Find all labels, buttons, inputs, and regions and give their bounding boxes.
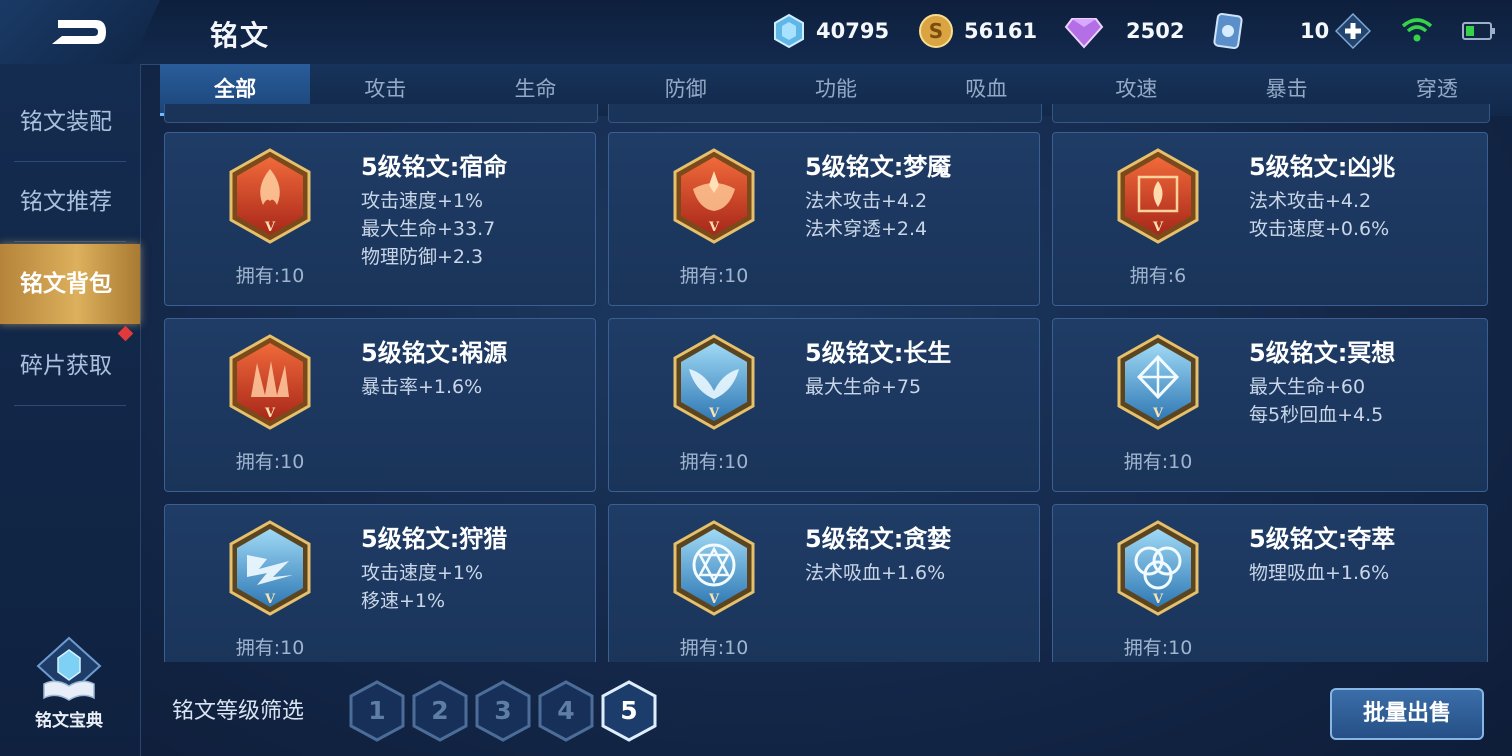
inscription-card[interactable]: V 5级铭文:冥想 最大生命+60 每5秒回血+4.5 拥有:10 — [1052, 318, 1488, 492]
star-ring-sigil-icon: V — [673, 520, 755, 616]
battery-icon — [1462, 22, 1495, 40]
svg-text:V: V — [1152, 406, 1164, 421]
wing-sigil-icon: V — [673, 334, 755, 430]
inscription-card[interactable]: V 5级铭文:狩猎 攻击速度+1% 移速+1% 拥有:10 — [164, 504, 596, 662]
currency-inscription-card: 10 — [1212, 12, 1372, 50]
sidebar-item-fragments[interactable]: 碎片获取 — [0, 326, 140, 406]
inscription-name: 5级铭文:狩猎 — [361, 525, 508, 553]
sidebar-item-equip[interactable]: 铭文装配 — [0, 82, 140, 162]
inscription-card[interactable]: V 5级铭文:长生 最大生命+75 拥有:10 — [608, 318, 1040, 492]
crystal-sigil-icon: V — [1117, 334, 1199, 430]
svg-text:V: V — [708, 220, 720, 235]
svg-text:V: V — [708, 592, 720, 607]
inscription-card[interactable]: V 5级铭文:贪婪 法术吸血+1.6% 拥有:10 — [608, 504, 1040, 662]
row-peek — [1052, 104, 1490, 123]
inscription-card[interactable]: V 5级铭文:祸源 暴击率+1.6% 拥有:10 — [164, 318, 596, 492]
gold-coin-icon: S — [919, 14, 953, 48]
fan-sigil-icon: V — [229, 334, 311, 430]
level-filter-2[interactable]: 2 — [411, 680, 469, 742]
owned-count: 拥有:10 — [679, 451, 749, 473]
inscription-stats: 暴击率+1.6% — [361, 376, 483, 398]
currency-gold: S 56161 — [918, 12, 1037, 50]
sidebar-item-recommend[interactable]: 铭文推荐 — [0, 162, 140, 242]
level-filter-label: 铭文等级筛选 — [172, 699, 305, 724]
inscription-stats: 法术攻击+4.2 法术穿透+2.4 — [805, 190, 928, 240]
inscription-card-icon — [1213, 13, 1243, 49]
inscription-stats: 攻击速度+1% 移速+1% — [361, 562, 484, 612]
inscription-stats: 最大生命+75 — [805, 376, 922, 398]
sidebar-item-backpack[interactable]: 铭文背包 — [0, 244, 140, 324]
back-button[interactable] — [0, 0, 160, 64]
svg-text:V: V — [264, 406, 276, 421]
top-bar: 铭文 40795 S 56161 2502 10 — [0, 0, 1512, 65]
diamond-icon — [1064, 18, 1104, 49]
level-filter-1[interactable]: 1 — [348, 680, 406, 742]
row-peek — [608, 104, 1042, 123]
inscription-name: 5级铭文:长生 — [805, 339, 952, 367]
inscription-name: 5级铭文:梦魇 — [805, 153, 952, 181]
knot-sigil-icon: V — [1117, 520, 1199, 616]
inscription-name: 5级铭文:祸源 — [361, 339, 508, 367]
currency-crystal: 40795 — [772, 12, 889, 50]
inscription-stats: 物理吸血+1.6% — [1249, 562, 1390, 584]
owned-count: 拥有:10 — [235, 265, 305, 287]
inscription-card[interactable]: V 5级铭文:宿命 攻击速度+1% 最大生命+33.7 物理防御+2.3 拥有:… — [164, 132, 596, 306]
inscription-card[interactable]: V 5级铭文:梦魇 法术攻击+4.2 法术穿透+2.4 拥有:10 — [608, 132, 1040, 306]
inscription-stats: 最大生命+60 每5秒回血+4.5 — [1249, 376, 1384, 426]
bulk-sell-button[interactable]: 批量出售 — [1330, 688, 1484, 740]
lotus-sigil-icon: V — [673, 148, 755, 244]
crystal-coupon-icon — [774, 13, 804, 49]
svg-text:V: V — [708, 406, 720, 421]
level-filter-5[interactable]: 5 — [600, 680, 658, 742]
svg-text:S: S — [929, 19, 943, 43]
currency-diamond: 2502 — [1064, 12, 1184, 50]
svg-text:V: V — [1152, 592, 1164, 607]
owned-count: 拥有:10 — [1123, 637, 1193, 659]
svg-text:V: V — [264, 592, 276, 607]
inscription-stats: 法术吸血+1.6% — [805, 562, 946, 584]
gate-sigil-icon: V — [1117, 148, 1199, 244]
owned-count: 拥有:6 — [1129, 265, 1187, 287]
row-peek — [164, 104, 598, 123]
inscription-name: 5级铭文:冥想 — [1249, 339, 1396, 367]
inscription-grid: V 5级铭文:宿命 攻击速度+1% 最大生命+33.7 物理防御+2.3 拥有:… — [164, 132, 1488, 662]
add-currency-icon[interactable] — [1335, 13, 1372, 49]
codex-book-icon — [36, 636, 102, 701]
inscription-stats: 攻击速度+1% 最大生命+33.7 物理防御+2.3 — [361, 190, 496, 268]
wifi-icon — [1401, 18, 1433, 42]
inscription-name: 5级铭文:贪婪 — [805, 525, 952, 553]
svg-text:V: V — [1152, 220, 1164, 235]
inscription-name: 5级铭文:夺萃 — [1249, 525, 1396, 553]
level-filter-3[interactable]: 3 — [474, 680, 532, 742]
owned-count: 拥有:10 — [679, 265, 749, 287]
owned-count: 拥有:10 — [235, 637, 305, 659]
owned-count: 拥有:10 — [679, 637, 749, 659]
level-filter-4[interactable]: 4 — [537, 680, 595, 742]
flame-sigil-icon: V — [229, 148, 311, 244]
back-arrow-icon — [52, 20, 106, 44]
codex-label: 铭文宝典 — [35, 711, 103, 731]
owned-count: 拥有:10 — [235, 451, 305, 473]
codex-button[interactable] — [30, 636, 108, 712]
inscription-stats: 法术攻击+4.2 攻击速度+0.6% — [1249, 190, 1390, 240]
svg-text:V: V — [264, 220, 276, 235]
inscription-name: 5级铭文:凶兆 — [1249, 153, 1396, 181]
inscription-card[interactable]: V 5级铭文:夺萃 物理吸血+1.6% 拥有:10 — [1052, 504, 1488, 662]
page-title: 铭文 — [210, 19, 271, 52]
inscription-card[interactable]: V 5级铭文:凶兆 法术攻击+4.2 攻击速度+0.6% 拥有:6 — [1052, 132, 1488, 306]
lightning-sigil-icon: V — [229, 520, 311, 616]
owned-count: 拥有:10 — [1123, 451, 1193, 473]
inscription-name: 5级铭文:宿命 — [361, 153, 508, 181]
